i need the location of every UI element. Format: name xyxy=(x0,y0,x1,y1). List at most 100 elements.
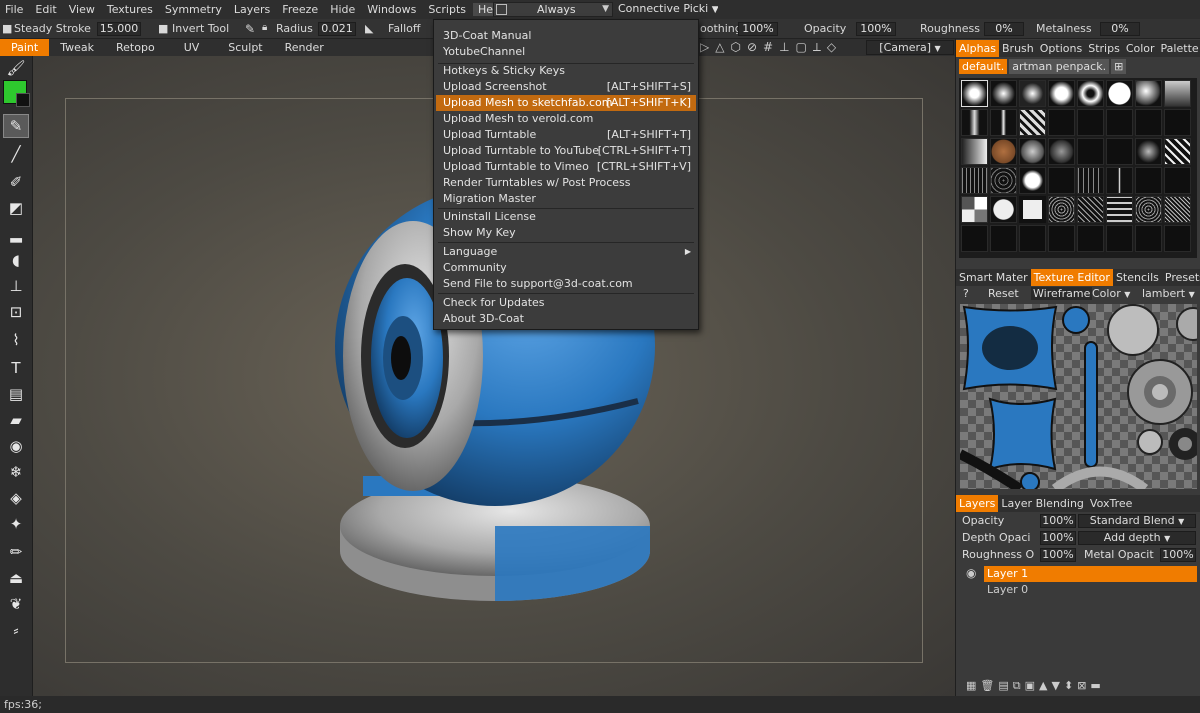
menu-item-show-key[interactable]: Show My Key xyxy=(436,225,696,241)
tab-alphas[interactable]: Alphas xyxy=(956,40,1000,57)
add-preset-icon[interactable]: ⊞ xyxy=(1111,59,1127,74)
text-icon[interactable]: T xyxy=(3,356,29,380)
tab-smart-materials[interactable]: Smart Mater xyxy=(956,269,1031,286)
reset-button[interactable]: Reset xyxy=(988,287,1019,300)
triangle-icon[interactable]: △ xyxy=(715,40,724,55)
menu-item-turntable-youtube[interactable]: Upload Turntable to YouTube [CTRL+SHIFT+T… xyxy=(436,143,696,159)
steady-stroke-field[interactable]: 15.000 xyxy=(97,22,141,36)
blend-mode-dropdown[interactable]: Standard Blend ▼ xyxy=(1078,514,1196,528)
menu-freeze[interactable]: Freeze xyxy=(277,3,325,16)
axis-icon[interactable]: ⊥ xyxy=(779,40,789,55)
line-icon[interactable]: ╱ xyxy=(3,142,29,166)
menu-item-render-turntables[interactable]: Render Turntables w/ Post Process xyxy=(436,175,696,191)
alpha-item[interactable] xyxy=(1106,167,1133,194)
fill-icon[interactable]: ◈ xyxy=(3,486,29,510)
menu-item-turntable-vimeo[interactable]: Upload Turntable to Vimeo [CTRL+SHIFT+V] xyxy=(436,159,696,175)
secondary-color-swatch[interactable] xyxy=(16,93,30,107)
bucket-icon[interactable]: ◖ xyxy=(3,248,29,272)
play-icon[interactable]: ▷ xyxy=(700,40,709,55)
tab-voxtree[interactable]: VoxTree xyxy=(1087,495,1136,512)
radius-field[interactable]: 0.021 xyxy=(318,22,356,36)
wireframe-button[interactable]: Wireframe xyxy=(1031,287,1093,300)
always-dropdown[interactable]: Always ▼ xyxy=(493,2,613,17)
alpha-item[interactable] xyxy=(1048,167,1075,194)
magic-wand-icon[interactable]: ✦ xyxy=(3,512,29,536)
grid-icon[interactable]: # xyxy=(763,40,773,55)
tab-options[interactable]: Options xyxy=(1037,40,1085,57)
alpha-item[interactable] xyxy=(1164,225,1191,252)
menu-item-manual[interactable]: 3D-Coat Manual xyxy=(436,28,696,44)
alpha-item[interactable] xyxy=(1106,80,1133,107)
always-checkbox[interactable] xyxy=(496,4,507,15)
alpha-item[interactable] xyxy=(961,138,988,165)
butterfly-icon[interactable]: ❦ xyxy=(3,592,29,616)
camera-dropdown[interactable]: [Camera] ▼ xyxy=(866,40,954,55)
alpha-item[interactable] xyxy=(1135,138,1162,165)
tab-uv[interactable]: UV xyxy=(166,39,218,56)
alpha-item[interactable] xyxy=(1135,80,1162,107)
alpha-item[interactable] xyxy=(1106,109,1133,136)
spline-icon[interactable]: ⌇ xyxy=(3,328,29,352)
no-icon[interactable]: ⊘ xyxy=(747,40,757,55)
color-dropdown[interactable]: Color ▼ xyxy=(1092,287,1130,300)
alpha-item[interactable] xyxy=(990,225,1017,252)
menu-item-migration-master[interactable]: Migration Master xyxy=(436,191,696,207)
preset-artman[interactable]: artman penpack. xyxy=(1009,59,1110,74)
paint-brush-icon[interactable]: ✎ xyxy=(3,114,29,138)
steady-stroke-checkbox[interactable]: ■ xyxy=(2,22,12,35)
menu-layers[interactable]: Layers xyxy=(229,3,277,16)
roughness-field[interactable]: 0% xyxy=(984,22,1024,36)
menu-item-uninstall-license[interactable]: Uninstall License xyxy=(436,209,696,225)
transform-icon[interactable]: ⊡ xyxy=(3,300,29,324)
eye-icon[interactable]: ◉ xyxy=(966,566,976,580)
alpha-item[interactable] xyxy=(1135,196,1162,223)
tab-retopo[interactable]: Retopo xyxy=(105,39,166,56)
smudge-icon[interactable]: ▂ xyxy=(3,222,29,246)
menu-item-hotkeys[interactable]: Hotkeys & Sticky Keys xyxy=(436,63,696,79)
help-button[interactable]: ? xyxy=(963,287,969,300)
alpha-item[interactable] xyxy=(1135,109,1162,136)
roughness-opacity-field[interactable]: 100% xyxy=(1040,548,1076,562)
alpha-item[interactable] xyxy=(1077,225,1104,252)
alpha-item[interactable] xyxy=(961,167,988,194)
alpha-item[interactable] xyxy=(1077,167,1104,194)
alpha-item[interactable] xyxy=(1048,109,1075,136)
tab-layer-blending[interactable]: Layer Blending xyxy=(998,495,1087,512)
tab-brush[interactable]: Brush xyxy=(999,40,1037,57)
alpha-item[interactable] xyxy=(990,109,1017,136)
alpha-item[interactable] xyxy=(1164,138,1191,165)
alpha-item[interactable] xyxy=(1164,80,1191,107)
menu-edit[interactable]: Edit xyxy=(30,3,63,16)
alpha-item[interactable] xyxy=(1048,138,1075,165)
shading-dropdown[interactable]: lambert ▼ xyxy=(1142,287,1195,300)
eraser-icon[interactable]: ▰ xyxy=(3,408,29,432)
alpha-item[interactable] xyxy=(1106,138,1133,165)
alpha-item[interactable] xyxy=(961,225,988,252)
alpha-item[interactable] xyxy=(1048,80,1075,107)
alpha-item[interactable] xyxy=(1019,167,1046,194)
alpha-item[interactable] xyxy=(1019,138,1046,165)
connective-picking-dropdown[interactable]: Connective Picki ▼ xyxy=(618,2,718,17)
metal-opacity-field[interactable]: 100% xyxy=(1160,548,1196,562)
brush-pen-icon[interactable]: ✎ xyxy=(245,22,255,36)
alpha-item[interactable] xyxy=(1048,196,1075,223)
alpha-item[interactable] xyxy=(961,80,988,107)
alpha-item[interactable] xyxy=(1019,109,1046,136)
falloff-icon[interactable]: ◣ xyxy=(365,22,373,35)
alpha-item[interactable] xyxy=(1077,109,1104,136)
alpha-item[interactable] xyxy=(1164,109,1191,136)
split-brush-icon[interactable]: ◩ xyxy=(3,196,29,220)
alpha-item[interactable] xyxy=(1077,80,1104,107)
tab-tweak[interactable]: Tweak xyxy=(49,39,105,56)
alpha-item[interactable] xyxy=(1164,167,1191,194)
menu-windows[interactable]: Windows xyxy=(362,3,423,16)
alpha-item[interactable] xyxy=(1077,138,1104,165)
symmetry-icon[interactable]: ⟂ xyxy=(813,40,821,55)
airbrush-icon[interactable]: ✐ xyxy=(3,170,29,194)
opacity-field[interactable]: 100% xyxy=(856,22,896,36)
menu-item-upload-verold[interactable]: Upload Mesh to verold.com xyxy=(436,111,696,127)
move-down-icon[interactable]: ▼ xyxy=(1052,679,1060,693)
merge-down-icon[interactable]: ⬍ xyxy=(1064,679,1073,693)
tab-strips[interactable]: Strips xyxy=(1085,40,1123,57)
tab-render[interactable]: Render xyxy=(274,39,335,56)
